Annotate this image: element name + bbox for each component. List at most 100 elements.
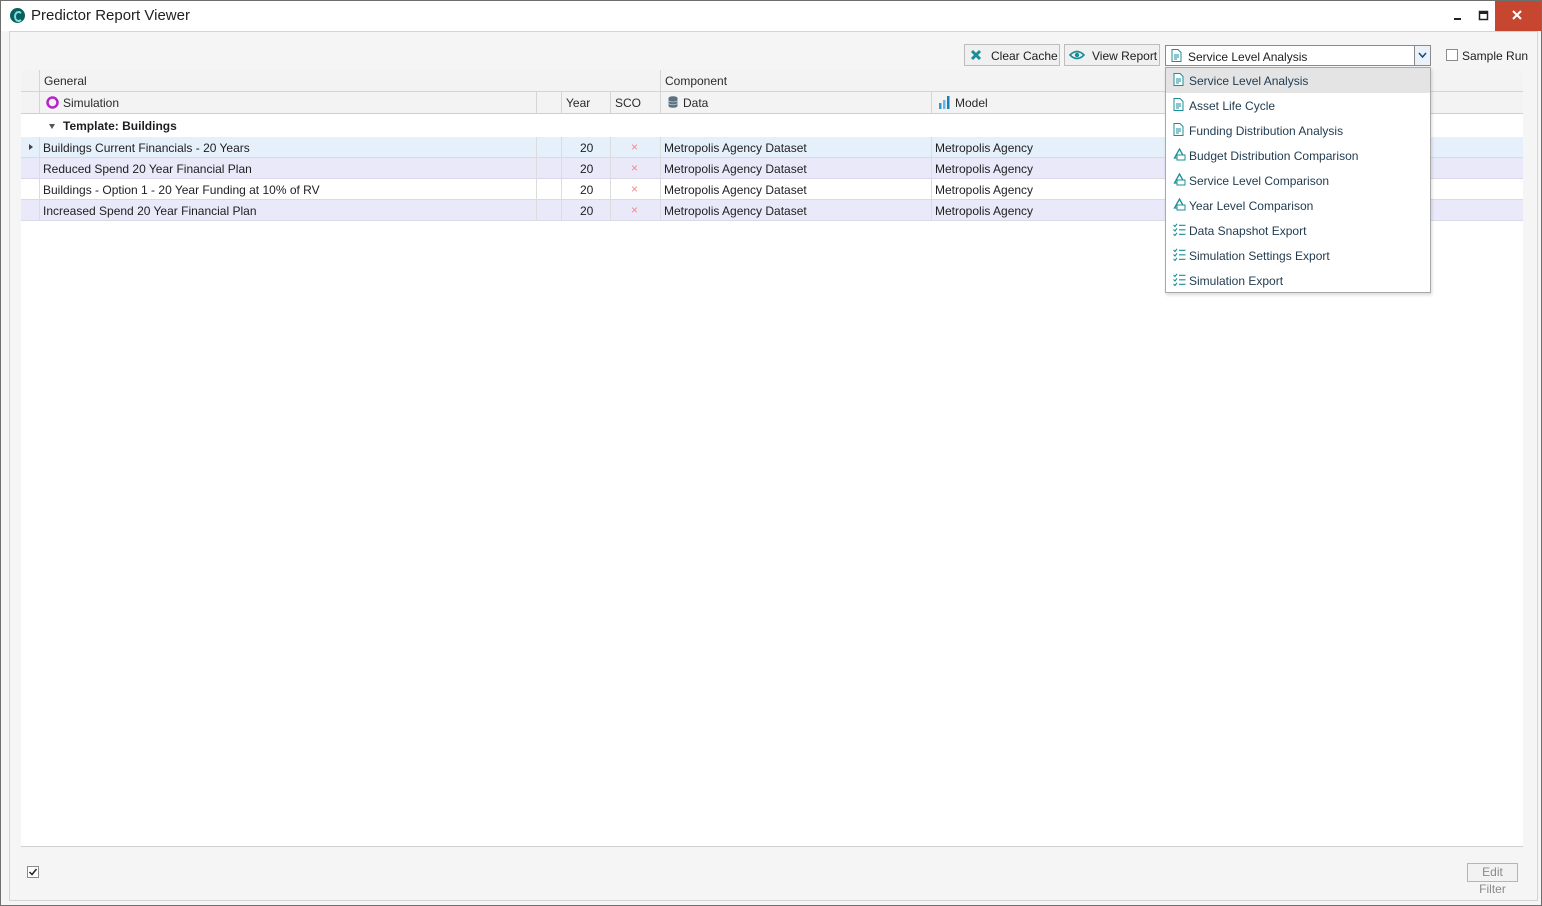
cell-blank[interactable]	[536, 137, 561, 157]
dropdown-item-label: Simulation Settings Export	[1189, 249, 1330, 263]
cell-data[interactable]: Metropolis Agency Dataset	[660, 200, 932, 220]
column-year-label: Year	[566, 96, 591, 110]
cell-data[interactable]: Metropolis Agency Dataset	[660, 158, 932, 178]
dropdown-item-simulation-settings-export[interactable]: Simulation Settings Export	[1166, 243, 1430, 268]
eye-icon	[1069, 50, 1085, 60]
dropdown-item-funding-distribution-analysis[interactable]: Funding Distribution Analysis	[1166, 118, 1430, 143]
simulation-icon	[46, 96, 59, 109]
dropdown-item-year-level-comparison[interactable]: Year Level Comparison	[1166, 193, 1430, 218]
cell-sco[interactable]: ×	[610, 200, 661, 220]
maximize-icon	[1478, 10, 1489, 21]
app-window: Predictor Report Viewer Clear Cache View…	[0, 0, 1542, 906]
column-data-label: Data	[683, 96, 709, 110]
dropdown-item-label: Budget Distribution Comparison	[1189, 149, 1359, 163]
clear-x-icon	[970, 49, 982, 61]
cell-model-text: Metropolis Agency	[935, 204, 1034, 218]
cell-year[interactable]: 20	[561, 200, 611, 220]
comparison-icon	[1173, 173, 1186, 186]
column-simulation-label: Simulation	[63, 96, 120, 110]
cell-data-text: Metropolis Agency Dataset	[664, 141, 807, 155]
cell-model-text: Metropolis Agency	[935, 183, 1034, 197]
cell-year[interactable]: 20	[561, 179, 611, 199]
report-doc-icon	[1173, 73, 1184, 86]
cell-blank[interactable]	[536, 200, 561, 220]
report-dropdown-list: Service Level Analysis Asset Life Cycle …	[1165, 67, 1431, 293]
checklist-icon	[1173, 223, 1186, 236]
report-select-value: Service Level Analysis	[1188, 50, 1308, 64]
select-dropdown-button[interactable]	[1414, 46, 1430, 65]
cell-year-text: 20	[580, 204, 594, 218]
dropdown-item-label: Simulation Export	[1189, 274, 1284, 288]
dropdown-item-service-level-comparison[interactable]: Service Level Comparison	[1166, 168, 1430, 193]
dropdown-item-label: Funding Distribution Analysis	[1189, 124, 1344, 138]
sco-x-icon: ×	[631, 140, 639, 154]
dropdown-item-label: Data Snapshot Export	[1189, 224, 1307, 238]
sample-run-checkbox[interactable]	[1446, 49, 1458, 61]
cell-year[interactable]: 20	[561, 137, 611, 157]
cell-simulation[interactable]: Buildings Current Financials - 20 Years	[39, 137, 536, 157]
cell-simulation-text: Reduced Spend 20 Year Financial Plan	[43, 162, 252, 176]
title-bar: Predictor Report Viewer	[1, 1, 1541, 31]
cell-simulation[interactable]: Buildings - Option 1 - 20 Year Funding a…	[39, 179, 536, 199]
view-report-label: View Report	[1092, 49, 1158, 63]
clear-cache-label: Clear Cache	[991, 49, 1058, 63]
collapse-triangle-icon[interactable]	[49, 124, 55, 129]
bar-chart-icon	[939, 96, 950, 109]
band-component-label: Component	[665, 74, 728, 88]
edit-filter-button[interactable]: Edit Filter	[1467, 863, 1518, 896]
report-doc-icon	[1171, 49, 1182, 62]
dropdown-item-data-snapshot-export[interactable]: Data Snapshot Export	[1166, 218, 1430, 243]
column-header-year[interactable]: Year	[561, 92, 611, 113]
cell-data-text: Metropolis Agency Dataset	[664, 204, 807, 218]
comparison-icon	[1173, 148, 1186, 161]
row-indicator-icon	[29, 144, 33, 150]
cell-simulation-text: Increased Spend 20 Year Financial Plan	[43, 204, 257, 218]
cell-sco[interactable]: ×	[610, 137, 661, 157]
checklist-icon	[1173, 273, 1186, 286]
view-report-button[interactable]: View Report	[1064, 44, 1160, 66]
cell-simulation-text: Buildings - Option 1 - 20 Year Funding a…	[43, 183, 320, 197]
cell-year[interactable]: 20	[561, 158, 611, 178]
group-label: Template: Buildings	[63, 119, 177, 133]
cell-simulation[interactable]: Increased Spend 20 Year Financial Plan	[39, 200, 536, 220]
filter-enable-checkbox[interactable]	[27, 866, 39, 878]
column-sco-label: SCO	[615, 96, 642, 110]
database-icon	[668, 96, 678, 108]
close-button[interactable]	[1495, 1, 1541, 31]
cell-data-text: Metropolis Agency Dataset	[664, 183, 807, 197]
report-type-select[interactable]: Service Level Analysis	[1165, 45, 1431, 66]
dropdown-item-asset-life-cycle[interactable]: Asset Life Cycle	[1166, 93, 1430, 118]
column-header-data[interactable]: Data	[660, 92, 932, 113]
cell-model-text: Metropolis Agency	[935, 141, 1034, 155]
cell-model-text: Metropolis Agency	[935, 162, 1034, 176]
cell-blank[interactable]	[536, 179, 561, 199]
cell-simulation-text: Buildings Current Financials - 20 Years	[43, 141, 250, 155]
sample-run-label: Sample Run	[1462, 49, 1529, 63]
dropdown-item-simulation-export[interactable]: Simulation Export	[1166, 268, 1430, 293]
sco-x-icon: ×	[631, 203, 639, 217]
sco-x-icon: ×	[631, 182, 639, 196]
sco-x-icon: ×	[631, 161, 639, 175]
window-title: Predictor Report Viewer	[31, 7, 190, 24]
dropdown-item-service-level-analysis[interactable]: Service Level Analysis	[1166, 68, 1430, 93]
cell-sco[interactable]: ×	[610, 179, 661, 199]
close-icon	[1512, 10, 1522, 20]
cell-data[interactable]: Metropolis Agency Dataset	[660, 137, 932, 157]
band-general[interactable]: General	[39, 70, 661, 91]
cell-data-text: Metropolis Agency Dataset	[664, 162, 807, 176]
cell-blank[interactable]	[536, 158, 561, 178]
column-header-blank[interactable]	[536, 92, 561, 113]
dropdown-item-label: Service Level Comparison	[1189, 174, 1330, 188]
comparison-icon	[1173, 198, 1186, 211]
column-header-simulation[interactable]: Simulation	[39, 92, 536, 113]
column-model-label: Model	[955, 96, 988, 110]
minimize-icon	[1454, 18, 1461, 20]
report-doc-icon	[1173, 123, 1184, 136]
clear-cache-button[interactable]: Clear Cache	[964, 44, 1060, 66]
dropdown-item-budget-distribution-comparison[interactable]: Budget Distribution Comparison	[1166, 143, 1430, 168]
cell-sco[interactable]: ×	[610, 158, 661, 178]
cell-simulation[interactable]: Reduced Spend 20 Year Financial Plan	[39, 158, 536, 178]
column-header-sco[interactable]: SCO	[610, 92, 661, 113]
cell-data[interactable]: Metropolis Agency Dataset	[660, 179, 932, 199]
checkmark-icon	[28, 868, 38, 876]
